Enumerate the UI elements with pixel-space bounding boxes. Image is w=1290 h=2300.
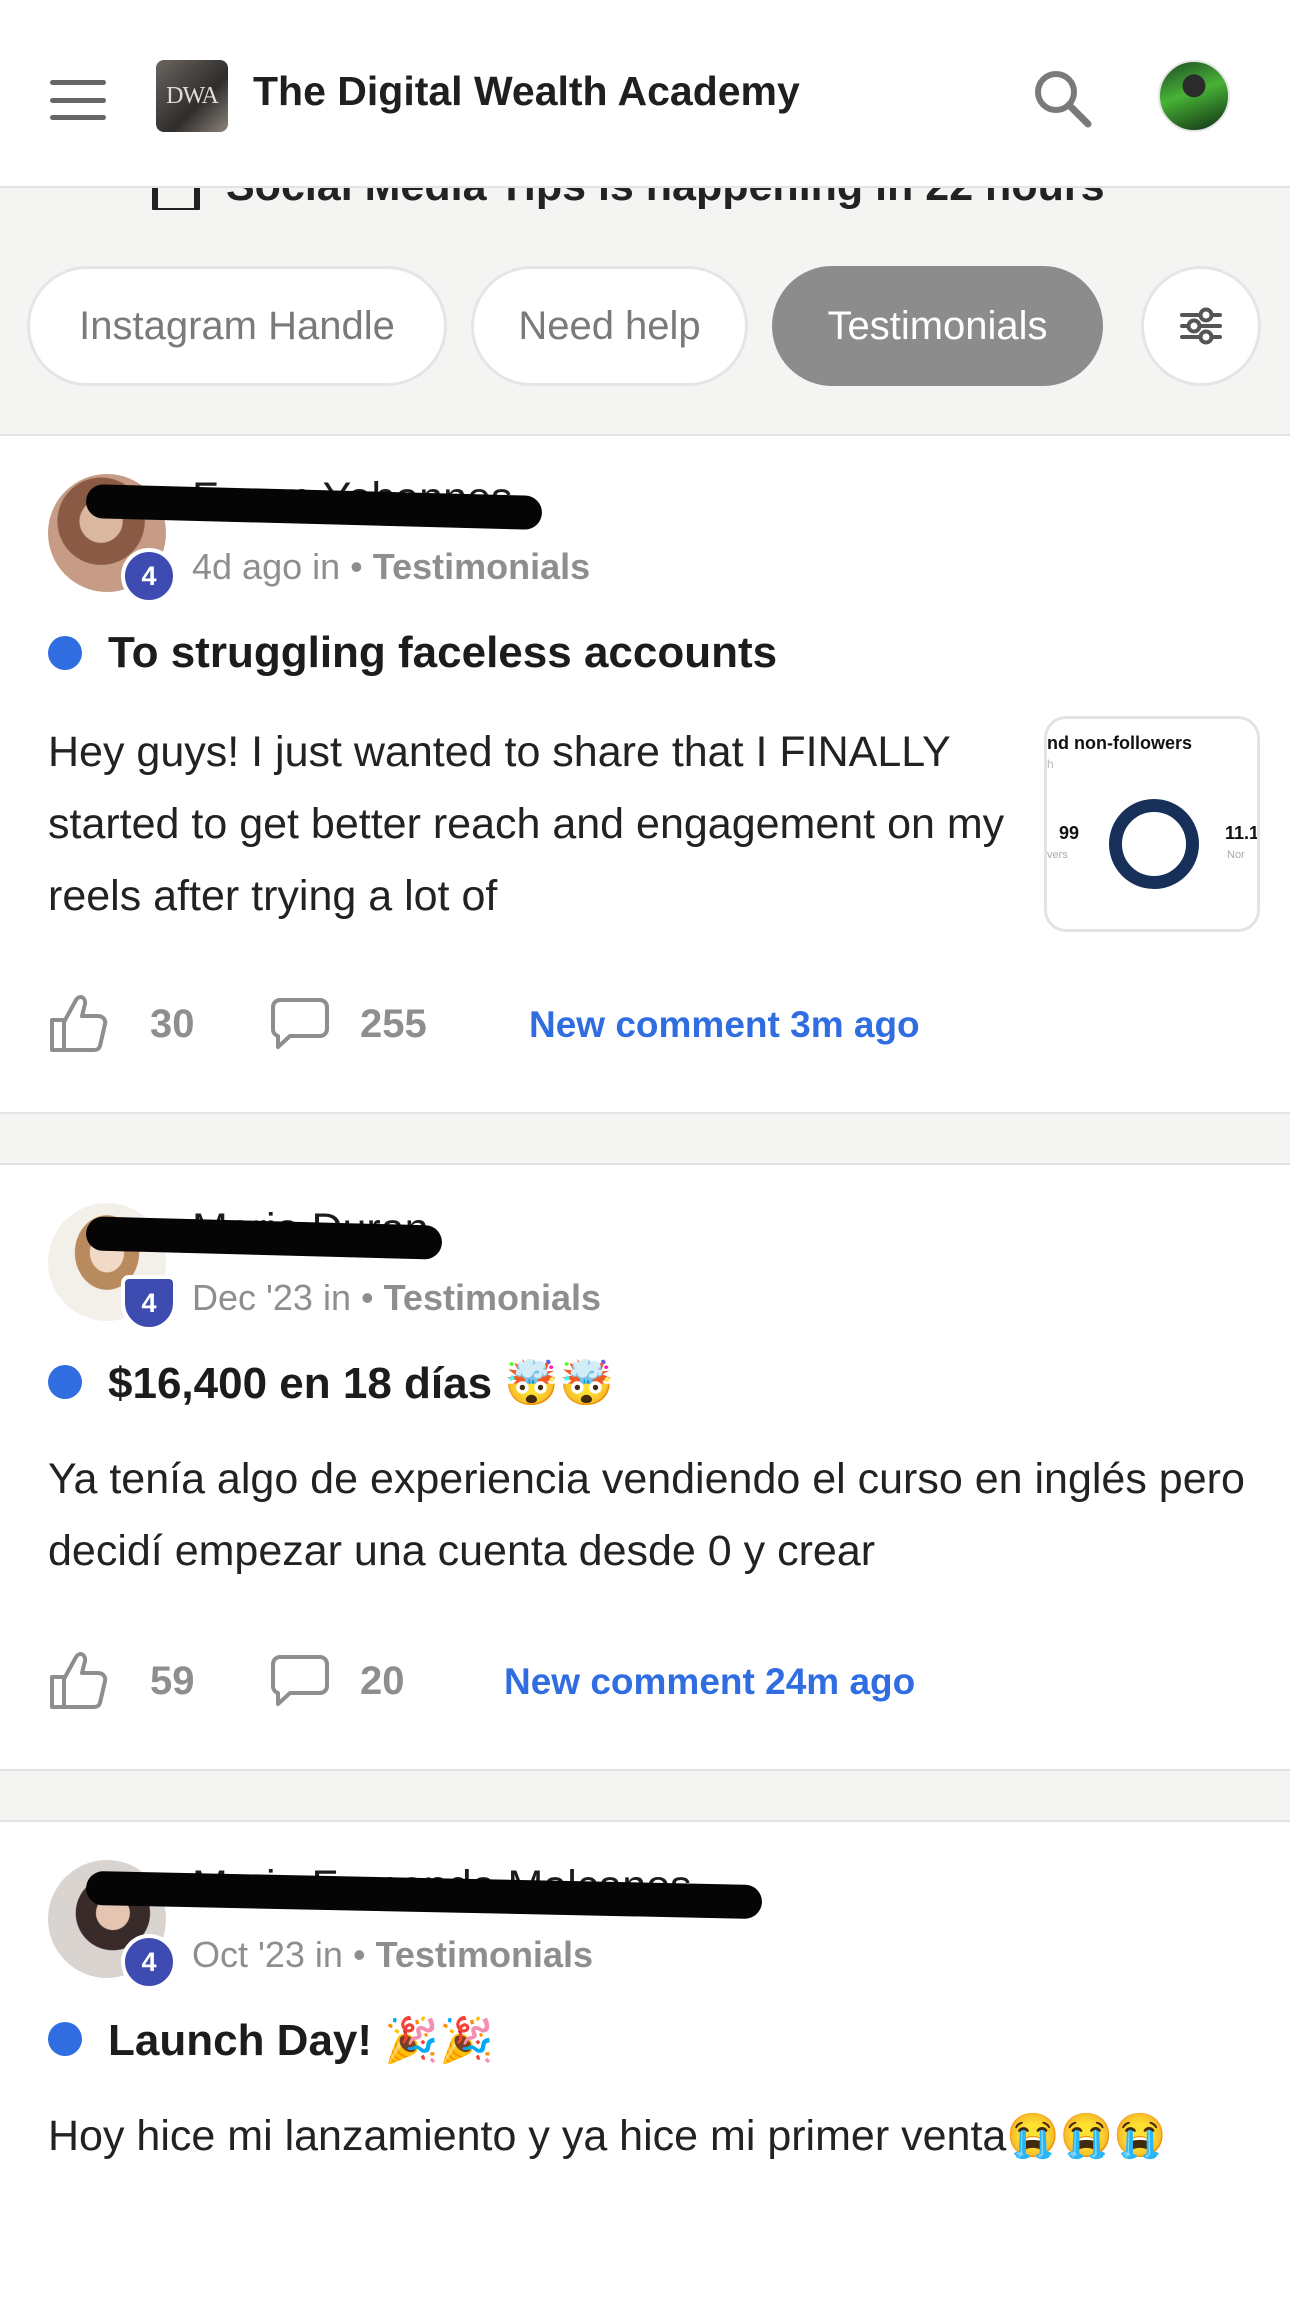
user-avatar[interactable] xyxy=(1158,60,1230,132)
chip-need-help[interactable]: Need help xyxy=(471,266,748,386)
post-title[interactable]: $16,400 en 18 días 🤯🤯 xyxy=(108,1357,614,1409)
post-title[interactable]: Launch Day! 🎉🎉 xyxy=(108,2014,494,2066)
thumbnail-left-label: vers xyxy=(1047,849,1068,861)
post-body: Hoy hice mi lanzamiento y ya hice mi pri… xyxy=(48,2100,1268,2172)
post-actions: 30 255 New comment 3m ago xyxy=(48,992,1248,1062)
sliders-icon xyxy=(1180,307,1222,345)
unread-dot xyxy=(48,2022,82,2056)
post-body: Hey guys! I just wanted to share that I … xyxy=(48,728,1005,920)
comment-bubble-icon[interactable] xyxy=(270,1653,330,1709)
comment-bubble-icon[interactable] xyxy=(270,996,330,1052)
post-body: Ya tenía algo de experiencia vendiendo e… xyxy=(48,1455,1245,1575)
post-meta: 4d ago in • Testimonials xyxy=(192,546,590,588)
post-meta: Dec '23 in • Testimonials xyxy=(192,1277,601,1319)
thumbs-up-icon[interactable] xyxy=(48,1649,110,1711)
chip-testimonials[interactable]: Testimonials xyxy=(772,266,1103,386)
app-title: The Digital Wealth Academy xyxy=(253,68,800,114)
level-badge: 4 xyxy=(121,548,177,604)
category-chips: Instagram Handle Need help Testimonials xyxy=(0,228,1290,404)
post-title-text: $16,400 en 18 días xyxy=(108,1359,493,1408)
post-card[interactable]: 4 Maria Duran Dec '23 in • Testimonials … xyxy=(0,1163,1290,1771)
post-time: Oct '23 in xyxy=(192,1934,343,1975)
chip-instagram-handle[interactable]: Instagram Handle xyxy=(27,266,447,386)
post-actions: 59 20 New comment 24m ago xyxy=(48,1649,1248,1719)
post-thumbnail[interactable]: nd non-followers h 99 vers 11.1 Nor xyxy=(1044,716,1260,932)
post-title[interactable]: To struggling faceless accounts xyxy=(108,628,777,678)
thumbnail-right-label: Nor xyxy=(1227,849,1245,861)
meta-bullet: • xyxy=(350,546,363,587)
new-comment-link[interactable]: New comment 24m ago xyxy=(504,1661,915,1703)
thumbnail-subtitle: h xyxy=(1047,757,1054,771)
crying-face-emoji: 😭😭😭 xyxy=(1006,2112,1167,2160)
like-count: 30 xyxy=(150,1002,195,1046)
post-meta: Oct '23 in • Testimonials xyxy=(192,1934,593,1976)
filter-button[interactable] xyxy=(1141,266,1261,386)
comment-count: 255 xyxy=(360,1002,427,1046)
meta-bullet: • xyxy=(352,1934,366,1975)
new-comment-link[interactable]: New comment 3m ago xyxy=(529,1004,920,1046)
like-count: 59 xyxy=(150,1659,195,1703)
donut-chart-icon xyxy=(1109,799,1199,889)
hamburger-menu-icon[interactable] xyxy=(50,80,106,120)
thumbnail-right-value: 11.1 xyxy=(1225,823,1260,843)
comment-count: 20 xyxy=(360,1659,405,1703)
exploding-head-emoji: 🤯🤯 xyxy=(504,1359,614,1408)
post-card[interactable]: 4 Maria Fernanda Malcanos Oct '23 in • T… xyxy=(0,1820,1290,2300)
search-icon[interactable] xyxy=(1030,66,1094,130)
post-body-text: Hoy hice mi lanzamiento y ya hice mi pri… xyxy=(48,2112,1007,2160)
post-card[interactable]: 4 Feven Yohannes 4d ago in • Testimonial… xyxy=(0,434,1290,1114)
post-time: Dec '23 in xyxy=(192,1277,351,1318)
top-app-bar: DWA The Digital Wealth Academy xyxy=(0,0,1290,188)
post-category[interactable]: Testimonials xyxy=(373,546,590,587)
post-time: 4d ago in xyxy=(192,546,341,587)
thumbs-up-icon[interactable] xyxy=(48,992,110,1054)
level-badge: 4 xyxy=(121,1934,177,1990)
post-category[interactable]: Testimonials xyxy=(384,1277,601,1318)
post-category[interactable]: Testimonials xyxy=(376,1934,593,1975)
meta-bullet: • xyxy=(360,1277,374,1318)
unread-dot xyxy=(48,636,82,670)
party-popper-emoji: 🎉🎉 xyxy=(384,2016,494,2065)
post-title-text: Launch Day! xyxy=(108,2016,373,2065)
unread-dot xyxy=(48,1365,82,1399)
thumbnail-left-value: 99 xyxy=(1059,823,1080,843)
level-badge: 4 xyxy=(121,1275,177,1331)
community-logo[interactable]: DWA xyxy=(156,60,228,132)
thumbnail-title: nd non-followers xyxy=(1047,733,1192,753)
